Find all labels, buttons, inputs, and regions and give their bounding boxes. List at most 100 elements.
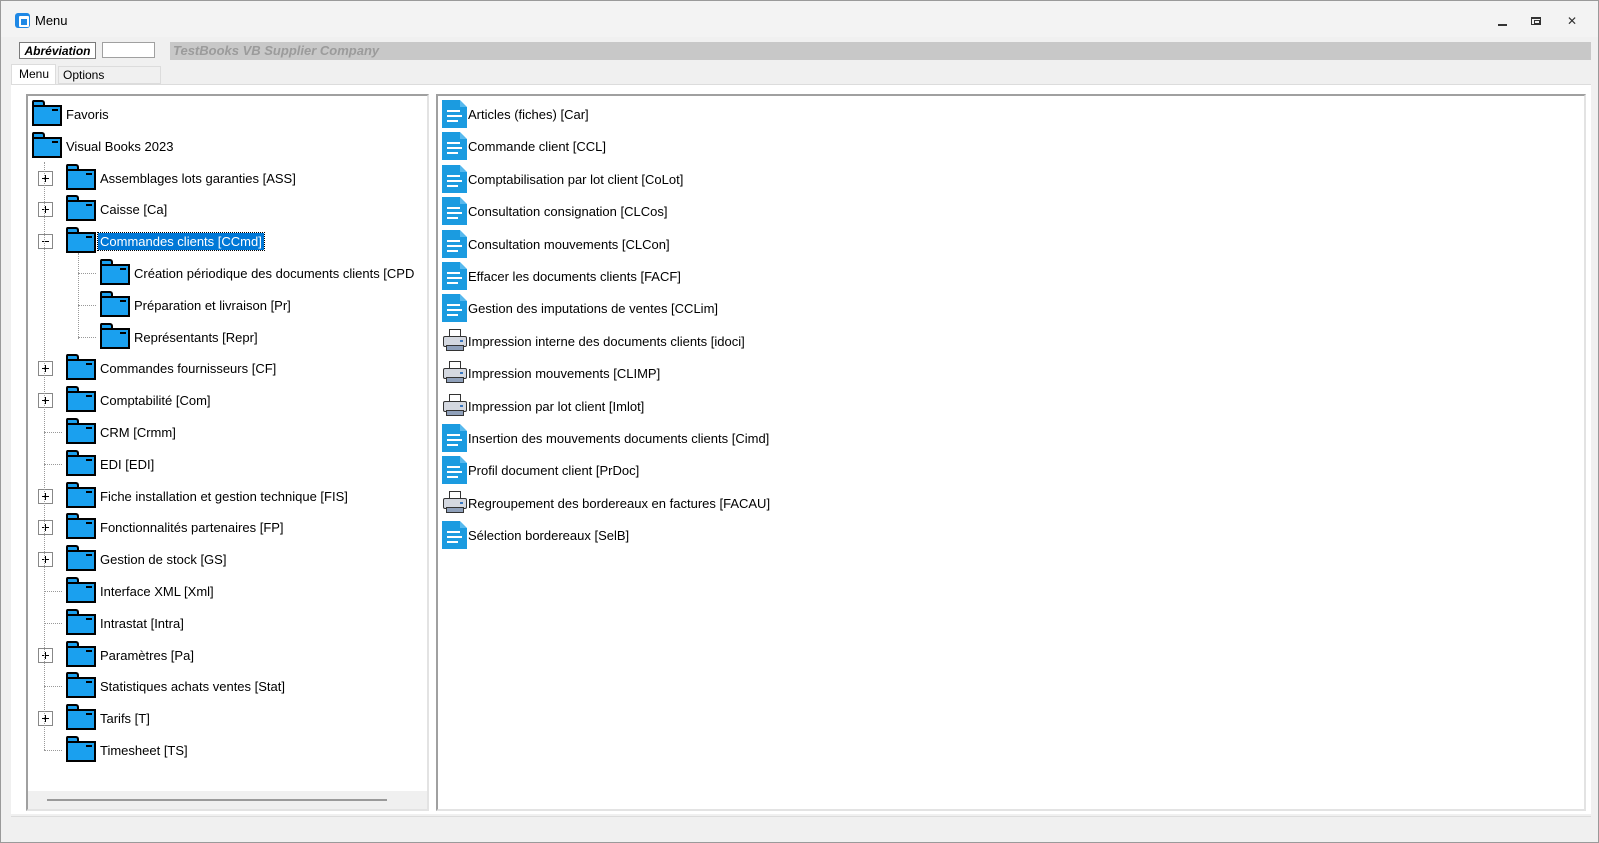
list-item-label: Impression par lot client [Imlot] bbox=[468, 398, 645, 414]
list-item-impression-par-lot-client-imlot[interactable]: Impression par lot client [Imlot] bbox=[442, 390, 1242, 422]
scrollbar-thumb[interactable] bbox=[47, 799, 387, 801]
tree-item-fonctionnalites-partenaires-fp[interactable]: Fonctionnalités partenaires [FP] bbox=[28, 511, 427, 543]
folder-icon bbox=[66, 513, 96, 540]
close-button[interactable]: ✕ bbox=[1557, 11, 1587, 31]
expand-icon[interactable] bbox=[38, 202, 53, 218]
list-item-label: Regroupement des bordereaux en factures … bbox=[468, 495, 771, 511]
app-icon bbox=[15, 13, 30, 28]
menu-window: Menu ✕ Abréviation TestBooks VB Supplier… bbox=[0, 0, 1599, 843]
expand-icon[interactable] bbox=[38, 393, 53, 409]
folder-icon bbox=[66, 227, 96, 254]
document-icon bbox=[442, 521, 467, 550]
tree-item-parametres-pa[interactable]: Paramètres [Pa] bbox=[28, 639, 427, 671]
tree-item-favoris[interactable]: Favoris bbox=[28, 98, 427, 130]
tree-item-label: Paramètres [Pa] bbox=[100, 647, 194, 663]
minimize-button[interactable] bbox=[1487, 11, 1517, 31]
program-list[interactable]: Articles (fiches) [Car] Commande client [… bbox=[436, 94, 1586, 811]
tree-item-label: Caisse [Ca] bbox=[100, 202, 168, 218]
tree-item-gestion-de-stock-gs[interactable]: Gestion de stock [GS] bbox=[28, 543, 427, 575]
expand-icon[interactable] bbox=[38, 711, 53, 727]
tree-item-label: Commandes fournisseurs [CF] bbox=[100, 361, 277, 377]
horizontal-scrollbar[interactable] bbox=[28, 791, 427, 809]
expand-icon[interactable] bbox=[38, 170, 53, 186]
tree-item-label: Représentants [Repr] bbox=[134, 329, 258, 345]
folder-icon bbox=[66, 481, 96, 508]
list-item-label: Articles (fiches) [Car] bbox=[468, 107, 589, 122]
tree-item-interface-xml-xml[interactable]: Interface XML [Xml] bbox=[28, 575, 427, 607]
tree-connector bbox=[44, 750, 62, 751]
abbreviation-label: Abréviation bbox=[19, 42, 96, 59]
tree-connector bbox=[44, 686, 62, 688]
window-title: Menu bbox=[35, 13, 68, 28]
list-item-selection-bordereaux-selb[interactable]: Sélection bordereaux [SelB] bbox=[442, 519, 1242, 551]
list-item-label: Insertion des mouvements documents clien… bbox=[468, 431, 770, 446]
list-item-consultation-consignation-clcos[interactable]: Consultation consignation [CLCos] bbox=[442, 195, 1242, 227]
document-icon bbox=[442, 100, 467, 128]
document-icon bbox=[442, 262, 467, 290]
tree-item-label: Commandes clients [CCmd] bbox=[97, 232, 265, 252]
title-bar[interactable]: Menu ✕ bbox=[1, 1, 1598, 37]
tree-item-comptabilite-com[interactable]: Comptabilité [Com] bbox=[28, 384, 427, 416]
tree-item-timesheet-ts[interactable]: Timesheet [TS] bbox=[28, 734, 427, 766]
tree-item-label: Statistiques achats ventes [Stat] bbox=[100, 679, 285, 695]
printer-icon bbox=[442, 490, 468, 515]
folder-icon bbox=[66, 163, 96, 190]
list-item-regroupement-des-bordereaux-en-factures-facau[interactable]: Regroupement des bordereaux en factures … bbox=[442, 487, 1242, 519]
expand-icon[interactable] bbox=[38, 647, 53, 663]
folder-icon bbox=[66, 354, 96, 381]
tab-options-utilisateur[interactable]: Options utilisateur bbox=[58, 66, 161, 98]
tree-connector bbox=[78, 336, 96, 338]
list-item-consultation-mouvements-clcon[interactable]: Consultation mouvements [CLCon] bbox=[442, 228, 1242, 260]
list-item-articles-fiches-car[interactable]: Articles (fiches) [Car] bbox=[442, 98, 1242, 130]
collapse-icon[interactable] bbox=[38, 234, 53, 250]
list-item-gestion-des-imputations-de-ventes-cclim[interactable]: Gestion des imputations de ventes [CCLim… bbox=[442, 292, 1242, 324]
document-icon bbox=[442, 164, 467, 193]
tree-item-tarifs-t[interactable]: Tarifs [T] bbox=[28, 702, 427, 734]
list-item-impression-interne-des-documents-clients-idoci[interactable]: Impression interne des documents clients… bbox=[442, 325, 1242, 357]
expand-icon[interactable] bbox=[38, 520, 53, 536]
folder-icon bbox=[66, 640, 96, 667]
tree-guide bbox=[78, 253, 79, 339]
folder-icon bbox=[32, 100, 62, 126]
tree-item-statistiques-achats-ventes-stat[interactable]: Statistiques achats ventes [Stat] bbox=[28, 670, 427, 702]
tree-item-fiche-installation-et-gestion-technique-fis[interactable]: Fiche installation et gestion technique … bbox=[28, 480, 427, 512]
list-item-label: Sélection bordereaux [SelB] bbox=[468, 528, 630, 544]
tree-item-commandes-clients-ccmd[interactable]: Commandes clients [CCmd] bbox=[28, 225, 427, 257]
list-item-commande-client-ccl[interactable]: Commande client [CCL] bbox=[442, 130, 1242, 162]
tree-item-label: Gestion de stock [GS] bbox=[100, 552, 227, 568]
tree-item-caisse-ca[interactable]: Caisse [Ca] bbox=[28, 193, 427, 225]
abbreviation-input[interactable] bbox=[102, 42, 155, 58]
tree-connector bbox=[44, 463, 62, 465]
maximize-button[interactable] bbox=[1521, 11, 1551, 31]
list-item-insertion-des-mouvements-documents-clients-cimd[interactable]: Insertion des mouvements documents clien… bbox=[442, 422, 1242, 454]
list-item-impression-mouvements-climp[interactable]: Impression mouvements [CLIMP] bbox=[442, 357, 1242, 389]
tree-item-assemblages-lots-garanties-ass[interactable]: Assemblages lots garanties [ASS] bbox=[28, 162, 427, 194]
list-item-comptabilisation-par-lot-client-colot[interactable]: Comptabilisation par lot client [CoLot] bbox=[442, 163, 1242, 195]
document-icon bbox=[442, 456, 467, 485]
folder-icon bbox=[66, 608, 96, 635]
document-icon bbox=[442, 294, 467, 323]
tree-guide bbox=[44, 161, 45, 750]
expand-icon[interactable] bbox=[38, 361, 53, 377]
tree-item-visual-books-2023[interactable]: Visual Books 2023 bbox=[28, 130, 427, 162]
list-item-profil-document-client-prdoc[interactable]: Profil document client [PrDoc] bbox=[442, 454, 1242, 486]
tree-item-commandes-fournisseurs-cf[interactable]: Commandes fournisseurs [CF] bbox=[28, 352, 427, 384]
tree-item-intrastat-intra[interactable]: Intrastat [Intra] bbox=[28, 607, 427, 639]
tab-menu[interactable]: Menu bbox=[11, 64, 56, 85]
tree-item-label: Fonctionnalités partenaires [FP] bbox=[100, 520, 284, 536]
tree-connector bbox=[44, 432, 62, 433]
list-item-effacer-les-documents-clients-facf[interactable]: Effacer les documents clients [FACF] bbox=[442, 260, 1242, 292]
expand-icon[interactable] bbox=[38, 488, 53, 504]
tree-connector bbox=[78, 273, 96, 274]
document-icon bbox=[442, 132, 467, 161]
folder-icon bbox=[66, 449, 96, 476]
menu-tree[interactable]: Favoris Visual Books 2023 Assemblages lots… bbox=[26, 94, 429, 811]
tree-connector bbox=[44, 622, 62, 624]
tree-item-crm-crmm[interactable]: CRM [Crmm] bbox=[28, 416, 427, 448]
tree-item-edi-edi[interactable]: EDI [EDI] bbox=[28, 448, 427, 480]
status-bar bbox=[11, 816, 1591, 836]
tree-item-label: Interface XML [Xml] bbox=[100, 584, 214, 599]
expand-icon[interactable] bbox=[38, 552, 53, 568]
list-item-label: Impression interne des documents clients… bbox=[468, 333, 745, 349]
folder-icon bbox=[66, 736, 96, 762]
